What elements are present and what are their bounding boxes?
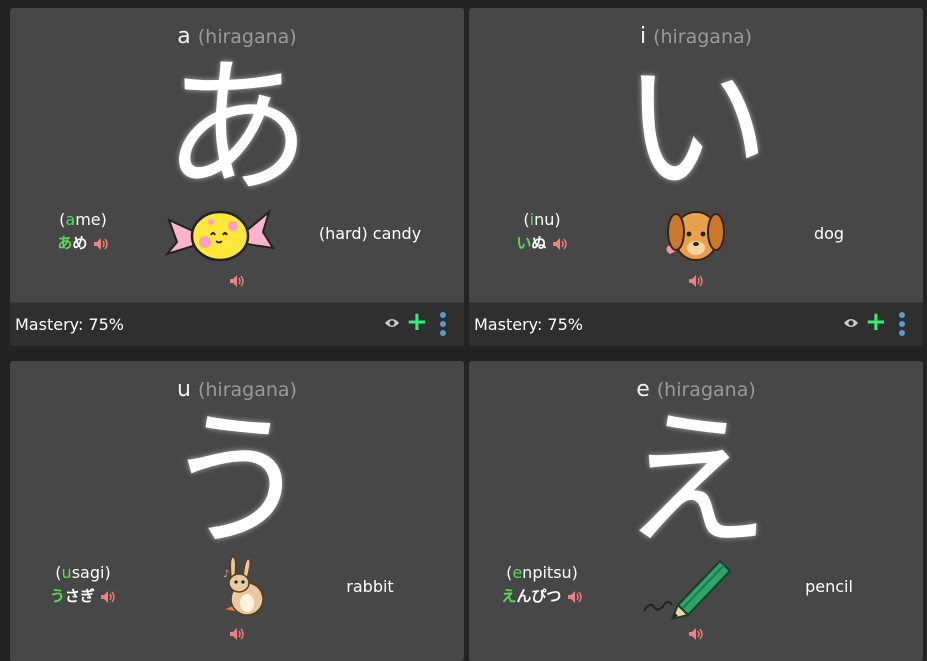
example-word-romaji: (ame) — [59, 210, 107, 229]
eye-icon[interactable] — [384, 317, 400, 329]
mastery-label: Mastery: 75% — [15, 315, 124, 334]
speaker-icon[interactable] — [567, 590, 583, 604]
flashcard-u[interactable]: u (hiragana) う (usagi) うさぎ ♪ rabbit — [10, 361, 464, 661]
picture-speaker-icon[interactable] — [688, 627, 704, 641]
speaker-icon[interactable] — [552, 237, 568, 251]
speaker-icon[interactable] — [100, 590, 116, 604]
card-glyph: い — [622, 42, 770, 214]
svg-text:♪: ♪ — [223, 569, 229, 580]
word-meaning: dog — [813, 224, 845, 243]
pencil-icon — [643, 559, 732, 621]
card-footer: Mastery: 75% + — [469, 302, 923, 346]
word-meaning: (hard) candy — [318, 224, 422, 243]
example-word-kana: えんぴつ — [472, 585, 612, 606]
flashcard-a[interactable]: a (hiragana) あ (ame) あめ (hard) candy Mas… — [10, 8, 464, 346]
example-word-kana: あめ — [13, 232, 153, 253]
word-meaning: rabbit — [346, 577, 394, 596]
candy-icon — [165, 209, 275, 262]
example-word-romaji: (inu) — [523, 210, 561, 229]
word-meaning: pencil — [805, 577, 853, 596]
mastery-label: Mastery: 75% — [474, 315, 583, 334]
picture-speaker-icon[interactable] — [229, 627, 245, 641]
flashcard-e[interactable]: e (hiragana) え (enpitsu) えんぴつ pencil — [469, 361, 923, 661]
card-glyph: あ — [163, 42, 311, 214]
dog-icon — [666, 211, 725, 261]
example-word-kana: いぬ — [472, 232, 612, 253]
example-word-romaji: (usagi) — [55, 563, 111, 582]
example-word-romaji: (enpitsu) — [506, 563, 578, 582]
speaker-icon[interactable] — [93, 237, 109, 251]
example-word-kana: うさぎ — [13, 585, 153, 606]
rabbit-icon: ♪ — [223, 556, 264, 616]
eye-icon[interactable] — [843, 317, 859, 329]
card-footer: Mastery: 75% + — [10, 302, 464, 346]
card-glyph: え — [622, 395, 770, 567]
add-button[interactable]: + — [865, 307, 887, 337]
picture-speaker-icon[interactable] — [688, 274, 704, 288]
card-glyph: う — [163, 395, 311, 567]
flashcard-i[interactable]: i (hiragana) い (inu) いぬ dog Mastery: 75%… — [469, 8, 923, 346]
picture-speaker-icon[interactable] — [229, 274, 245, 288]
add-button[interactable]: + — [406, 307, 428, 337]
more-options-icon[interactable] — [898, 311, 906, 337]
more-options-icon[interactable] — [439, 311, 447, 337]
